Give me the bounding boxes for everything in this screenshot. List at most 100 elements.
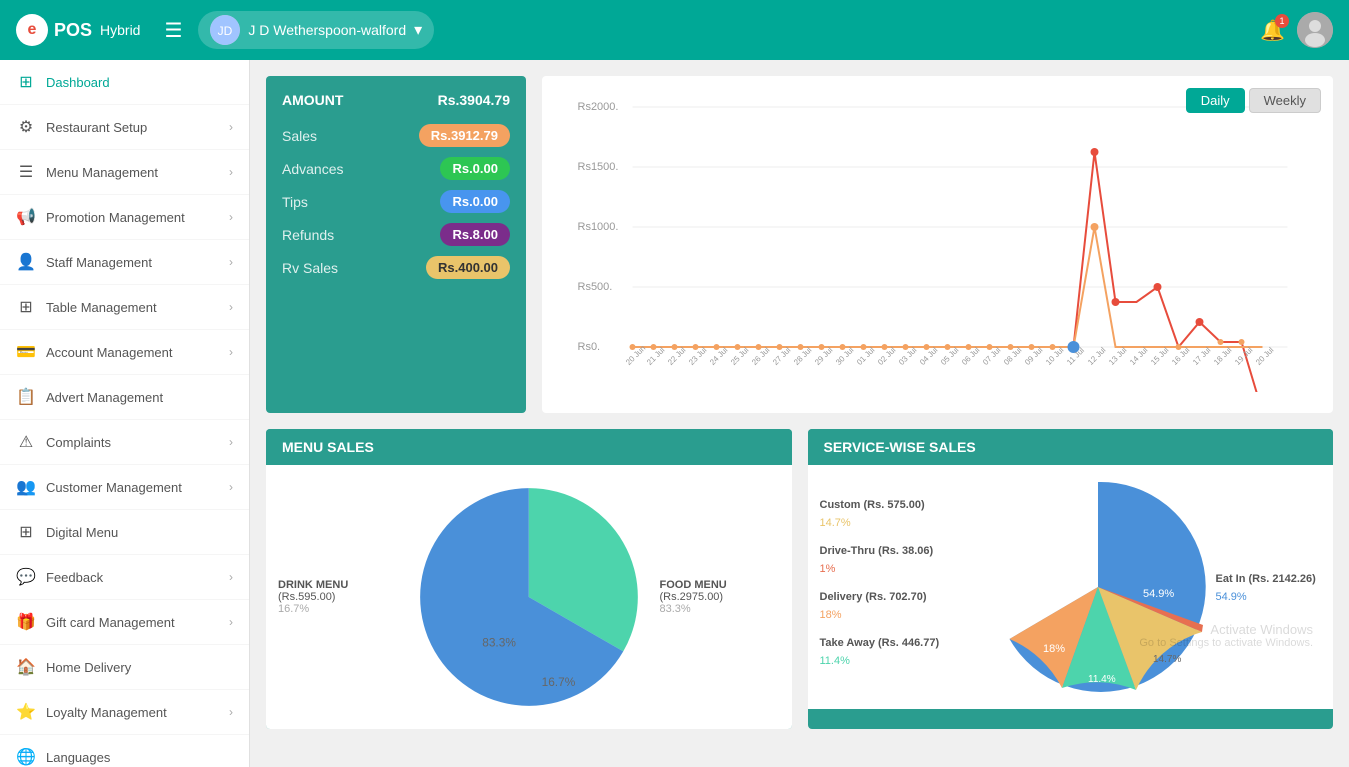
sidebar-item-account-management[interactable]: 💳 Account Management ›	[0, 330, 249, 375]
line-chart: Rs2000. Rs1500. Rs1000. Rs500. Rs0.	[558, 92, 1317, 392]
sidebar-label-customer-management: Customer Management	[46, 480, 182, 495]
service-sales-header: SERVICE-WISE SALES	[808, 429, 1334, 465]
sidebar-item-advert-management[interactable]: 📋 Advert Management	[0, 375, 249, 420]
chevron-icon-loyalty-management: ›	[229, 705, 233, 719]
hamburger-icon[interactable]: ☰	[164, 18, 182, 43]
service-pie-chart: 54.9% 18% 11.4% 14.7%	[988, 477, 1208, 697]
sidebar-item-left-staff-management: 👤 Staff Management	[16, 252, 152, 272]
weekly-button[interactable]: Weekly	[1249, 88, 1321, 113]
service-sales-body: Custom (Rs. 575.00) 14.7% Drive-Thru (Rs…	[808, 465, 1334, 709]
svg-text:23 Jul: 23 Jul	[687, 345, 709, 367]
chevron-icon-feedback: ›	[229, 570, 233, 584]
amount-rows: Sales Rs.3912.79 Advances Rs.0.00 Tips R…	[282, 124, 510, 279]
food-menu-label: FOOD MENU (Rs.2975.00) 83.3%	[660, 579, 780, 615]
sidebar-icon-menu-management: ☰	[16, 162, 36, 182]
sidebar-item-digital-menu[interactable]: ⊞ Digital Menu	[0, 510, 249, 555]
sidebar-item-dashboard[interactable]: ⊞ Dashboard	[0, 60, 249, 105]
sidebar-item-menu-management[interactable]: ☰ Menu Management ›	[0, 150, 249, 195]
sidebar-item-home-delivery[interactable]: 🏠 Home Delivery	[0, 645, 249, 690]
menu-sales-body: DRINK MENU (Rs.595.00) 16.7%	[266, 465, 792, 729]
sidebar-item-feedback[interactable]: 💬 Feedback ›	[0, 555, 249, 600]
sidebar-label-home-delivery: Home Delivery	[46, 660, 131, 675]
svg-text:21 Jul: 21 Jul	[645, 345, 667, 367]
chevron-icon-restaurant-setup: ›	[229, 120, 233, 134]
svg-text:03 Jul: 03 Jul	[897, 345, 919, 367]
amount-row-value: Rs.0.00	[440, 190, 510, 213]
svg-text:83.3%: 83.3%	[482, 635, 516, 649]
svg-text:24 Jul: 24 Jul	[708, 345, 730, 367]
sidebar-icon-digital-menu: ⊞	[16, 522, 36, 542]
sidebar-label-account-management: Account Management	[46, 345, 172, 360]
svg-text:20 Jul: 20 Jul	[1254, 345, 1276, 367]
amount-row-label: Tips	[282, 194, 308, 210]
sidebar-item-left-complaints: ⚠ Complaints	[16, 432, 111, 452]
chevron-icon-promotion-management: ›	[229, 210, 233, 224]
sidebar-icon-languages: 🌐	[16, 747, 36, 767]
svg-text:12 Jul: 12 Jul	[1086, 345, 1108, 367]
amount-row-value: Rs.3912.79	[419, 124, 510, 147]
sidebar-item-left-gift-card-management: 🎁 Gift card Management	[16, 612, 175, 632]
sidebar-icon-feedback: 💬	[16, 567, 36, 587]
amount-row-label: Sales	[282, 128, 317, 144]
user-avatar[interactable]	[1297, 12, 1333, 48]
amount-row-value: Rs.8.00	[440, 223, 510, 246]
sidebar-item-restaurant-setup[interactable]: ⚙ Restaurant Setup ›	[0, 105, 249, 150]
amount-row-label: Refunds	[282, 227, 334, 243]
amount-row-advances: Advances Rs.0.00	[282, 157, 510, 180]
svg-text:Rs0.: Rs0.	[578, 341, 601, 353]
amount-row-value: Rs.0.00	[440, 157, 510, 180]
sidebar-item-gift-card-management[interactable]: 🎁 Gift card Management ›	[0, 600, 249, 645]
service-sales-card: SERVICE-WISE SALES Custom (Rs. 575.00) 1…	[808, 429, 1334, 729]
sidebar-icon-customer-management: 👥	[16, 477, 36, 497]
restaurant-selector[interactable]: JD J D Wetherspoon-walford ▾	[198, 11, 434, 49]
amount-total: Rs.3904.79	[438, 92, 510, 108]
sidebar-item-left-account-management: 💳 Account Management	[16, 342, 172, 362]
menu-pie-chart: 16.7% 83.3%	[410, 477, 648, 717]
chevron-icon-staff-management: ›	[229, 255, 233, 269]
amount-row-value: Rs.400.00	[426, 256, 510, 279]
sidebar-label-restaurant-setup: Restaurant Setup	[46, 120, 147, 135]
amount-row-refunds: Refunds Rs.8.00	[282, 223, 510, 246]
svg-text:10 Jul: 10 Jul	[1044, 345, 1066, 367]
sidebar-item-complaints[interactable]: ⚠ Complaints ›	[0, 420, 249, 465]
sidebar-item-promotion-management[interactable]: 📢 Promotion Management ›	[0, 195, 249, 240]
sidebar-label-advert-management: Advert Management	[46, 390, 163, 405]
sidebar-item-left-loyalty-management: ⭐ Loyalty Management	[16, 702, 167, 722]
svg-text:16.7%: 16.7%	[542, 675, 576, 689]
sidebar: ⊞ Dashboard ⚙ Restaurant Setup › ☰ Menu …	[0, 60, 250, 767]
notification-button[interactable]: 🔔 1	[1260, 18, 1285, 43]
svg-text:04 Jul: 04 Jul	[918, 345, 940, 367]
sidebar-item-loyalty-management[interactable]: ⭐ Loyalty Management ›	[0, 690, 249, 735]
sidebar-item-languages[interactable]: 🌐 Languages	[0, 735, 249, 767]
sidebar-icon-promotion-management: 📢	[16, 207, 36, 227]
svg-text:27 Jul: 27 Jul	[771, 345, 793, 367]
sidebar-label-complaints: Complaints	[46, 435, 111, 450]
sidebar-label-promotion-management: Promotion Management	[46, 210, 185, 225]
amount-row-tips: Tips Rs.0.00	[282, 190, 510, 213]
amount-row-label: Rv Sales	[282, 260, 338, 276]
sidebar-label-digital-menu: Digital Menu	[46, 525, 118, 540]
svg-text:01 Jul: 01 Jul	[855, 345, 877, 367]
daily-button[interactable]: Daily	[1186, 88, 1245, 113]
sidebar-item-staff-management[interactable]: 👤 Staff Management ›	[0, 240, 249, 285]
chevron-icon-account-management: ›	[229, 345, 233, 359]
logo-hybrid: Hybrid	[100, 22, 140, 38]
svg-text:18 Jul: 18 Jul	[1212, 345, 1234, 367]
amount-row-sales: Sales Rs.3912.79	[282, 124, 510, 147]
svg-text:Rs1000.: Rs1000.	[578, 221, 619, 233]
sidebar-label-table-management: Table Management	[46, 300, 157, 315]
svg-text:17 Jul: 17 Jul	[1191, 345, 1213, 367]
sidebar-icon-dashboard: ⊞	[16, 72, 36, 92]
svg-text:30 Jul: 30 Jul	[834, 345, 856, 367]
dropdown-icon: ▾	[414, 20, 422, 40]
topnav-right: 🔔 1	[1260, 12, 1333, 48]
svg-text:08 Jul: 08 Jul	[1002, 345, 1024, 367]
sidebar-item-left-dashboard: ⊞ Dashboard	[16, 72, 110, 92]
menu-sales-header: MENU SALES	[266, 429, 792, 465]
sidebar-item-customer-management[interactable]: 👥 Customer Management ›	[0, 465, 249, 510]
sidebar-icon-staff-management: 👤	[16, 252, 36, 272]
svg-text:25 Jul: 25 Jul	[729, 345, 751, 367]
svg-text:18%: 18%	[1043, 643, 1065, 655]
sidebar-item-left-table-management: ⊞ Table Management	[16, 297, 157, 317]
sidebar-item-table-management[interactable]: ⊞ Table Management ›	[0, 285, 249, 330]
